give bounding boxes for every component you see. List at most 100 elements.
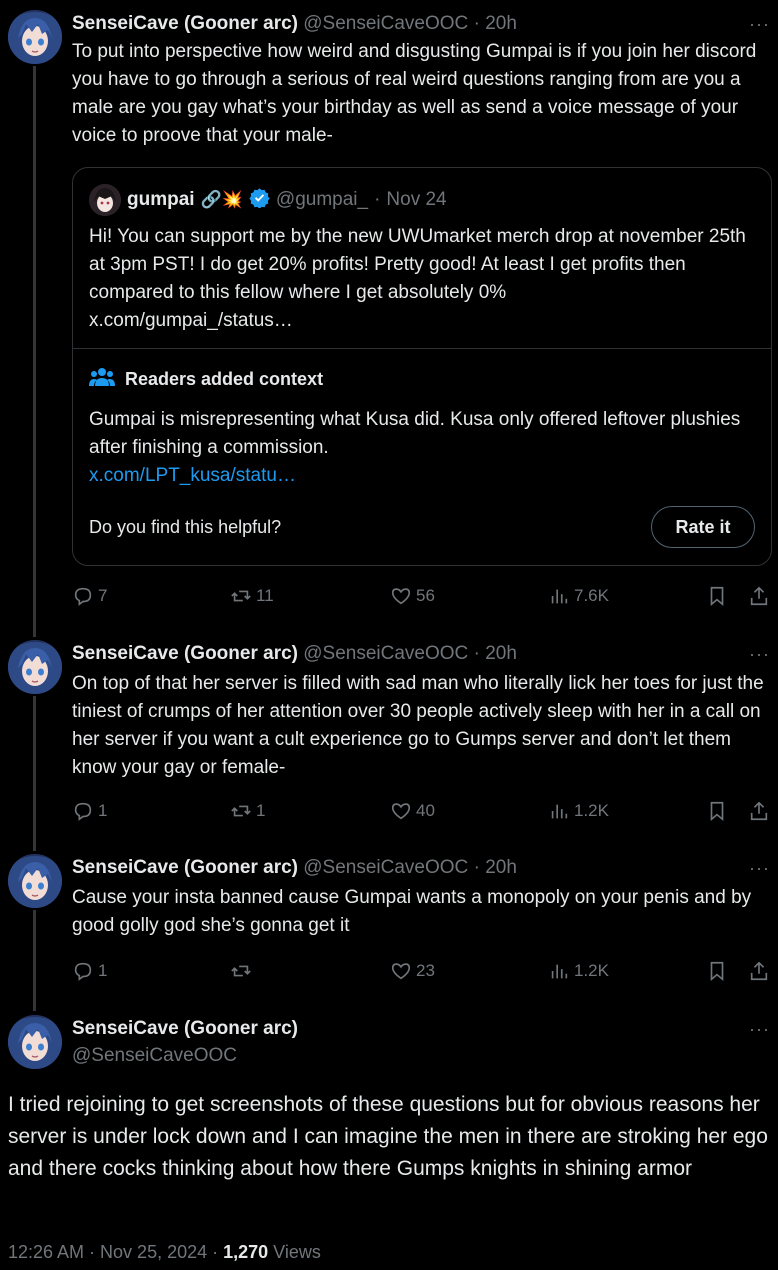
community-note-body: Gumpai is misrepresenting what Kusa did.… [89, 409, 741, 458]
bookmark-icon [710, 586, 724, 607]
quote-header: gumpai 🔗💥 @gumpai_ · Nov 24 [89, 184, 447, 216]
reply-count: 7 [98, 586, 108, 605]
thread-tweet-2[interactable]: SenseiCave (Gooner arc) @SenseiCaveOOC ·… [0, 625, 778, 839]
views-chart-icon [551, 804, 568, 819]
tweet-header: SenseiCave (Gooner arc) @SenseiCaveOOC ·… [72, 642, 768, 666]
like-button[interactable]: 23 [390, 957, 435, 985]
tweet-actions: 1 1 40 1.2K [72, 797, 778, 825]
thread-line [33, 66, 36, 625]
avatar[interactable] [8, 640, 62, 694]
tweet-time[interactable]: 20h [485, 13, 517, 34]
more-options-icon[interactable]: ··· [749, 1019, 770, 1040]
separator: · [473, 13, 480, 34]
community-note-title: Readers added context [89, 366, 323, 393]
reply-button[interactable]: 7 [72, 582, 107, 610]
avatar[interactable] [8, 1015, 62, 1069]
community-note: Readers added context Gumpai is misrepre… [73, 348, 771, 565]
views-button[interactable]: 1.2K [548, 957, 609, 985]
reply-button[interactable]: 1 [72, 797, 107, 825]
author-name[interactable]: SenseiCave (Gooner arc) [72, 1018, 298, 1039]
more-options-icon[interactable]: ··· [749, 644, 770, 665]
retweet-count: 1 [256, 801, 266, 820]
community-note-link[interactable]: x.com/LPT_kusa/statu… [89, 462, 751, 490]
share-button[interactable] [748, 797, 770, 825]
retweet-button[interactable]: 11 [230, 582, 274, 610]
heart-icon [391, 963, 411, 980]
views-chart-icon [551, 589, 568, 604]
like-button[interactable]: 56 [390, 582, 435, 610]
retweet-button[interactable]: 1 [230, 797, 265, 825]
heart-icon [391, 803, 411, 820]
share-icon [750, 586, 768, 606]
reply-icon [74, 962, 92, 981]
reply-icon [74, 802, 92, 821]
share-icon [750, 961, 768, 981]
focused-tweet-text: I tried rejoining to get screenshots of … [8, 1093, 768, 1180]
tweet-handle-row: @SenseiCaveOOC [72, 1044, 768, 1068]
views-total: 1,270 [223, 1242, 269, 1262]
more-options-icon[interactable]: ··· [749, 14, 770, 35]
tweet-text: Cause your insta banned cause Gumpai wan… [72, 887, 752, 936]
bookmark-button[interactable] [706, 582, 728, 610]
quote-link[interactable]: x.com/gumpai_/status… [89, 307, 751, 335]
community-note-text: Gumpai is misrepresenting what Kusa did.… [89, 406, 751, 490]
author-handle[interactable]: @SenseiCaveOOC [303, 13, 468, 34]
author-handle[interactable]: @SenseiCaveOOC [303, 857, 468, 878]
tweet-actions: 7 11 56 7.6K [72, 582, 778, 610]
author-name[interactable]: SenseiCave (Gooner arc) [72, 857, 298, 878]
more-options-icon[interactable]: ··· [749, 858, 770, 879]
author-handle[interactable]: @SenseiCaveOOC [72, 1045, 237, 1066]
quote-author-handle[interactable]: @gumpai_ [276, 189, 368, 211]
author-handle[interactable]: @SenseiCaveOOC [303, 643, 468, 664]
thread-line [33, 839, 36, 851]
quote-body: Hi! You can support me by the new UWUmar… [89, 226, 746, 303]
reply-count: 1 [98, 961, 108, 980]
people-icon [89, 366, 115, 393]
share-button[interactable] [748, 582, 770, 610]
separator: · [374, 189, 381, 210]
quote-emoji: 🔗💥 [200, 190, 243, 209]
quote-author-name[interactable]: gumpai [127, 189, 195, 211]
quote-avatar [89, 184, 121, 216]
thread-tweet-3[interactable]: SenseiCave (Gooner arc) @SenseiCaveOOC ·… [0, 839, 778, 1010]
thread-line [33, 999, 36, 1011]
like-count: 40 [416, 801, 435, 820]
separator: · [473, 857, 480, 878]
views-button[interactable]: 7.6K [548, 582, 609, 610]
reply-button[interactable]: 1 [72, 957, 107, 985]
thread-line [33, 910, 36, 1010]
reply-icon [74, 587, 92, 606]
thread-line [33, 625, 36, 637]
bookmark-button[interactable] [706, 797, 728, 825]
retweet-icon [231, 965, 251, 977]
views-button[interactable]: 1.2K [548, 797, 609, 825]
avatar[interactable] [8, 854, 62, 908]
tweet-header: SenseiCave (Gooner arc) @SenseiCaveOOC ·… [72, 12, 768, 36]
views-chart-icon [551, 964, 568, 979]
like-button[interactable]: 40 [390, 797, 435, 825]
bookmark-button[interactable] [706, 957, 728, 985]
quoted-tweet[interactable]: gumpai 🔗💥 @gumpai_ · Nov 24 Hi! You can … [72, 167, 772, 566]
heart-icon [391, 588, 411, 605]
tweet-actions: 1 23 1.2K [72, 957, 778, 985]
helpful-question: Do you find this helpful? [89, 517, 282, 537]
rate-it-button[interactable]: Rate it [651, 506, 755, 548]
tweet-text: To put into perspective how weird and di… [72, 41, 757, 146]
like-count: 23 [416, 961, 435, 980]
quote-date[interactable]: Nov 24 [386, 189, 446, 211]
tweet-time[interactable]: 20h [485, 857, 517, 878]
verified-badge-icon [249, 187, 270, 214]
tweet-timestamp[interactable]: 12:26 AM · Nov 25, 2024 · [8, 1242, 223, 1262]
author-name[interactable]: SenseiCave (Gooner arc) [72, 643, 298, 664]
retweet-button[interactable] [230, 957, 256, 985]
tweet-time[interactable]: 20h [485, 643, 517, 664]
tweet-header: SenseiCave (Gooner arc) @SenseiCaveOOC ·… [72, 856, 768, 880]
thread-line [33, 696, 36, 839]
tweet-text: On top of that her server is filled with… [72, 673, 764, 778]
avatar[interactable] [8, 10, 62, 64]
share-button[interactable] [748, 957, 770, 985]
author-name[interactable]: SenseiCave (Gooner arc) [72, 13, 298, 34]
thread-tweet-1[interactable]: SenseiCave (Gooner arc) @SenseiCaveOOC ·… [0, 0, 778, 625]
retweet-icon [231, 590, 251, 602]
share-icon [750, 801, 768, 821]
